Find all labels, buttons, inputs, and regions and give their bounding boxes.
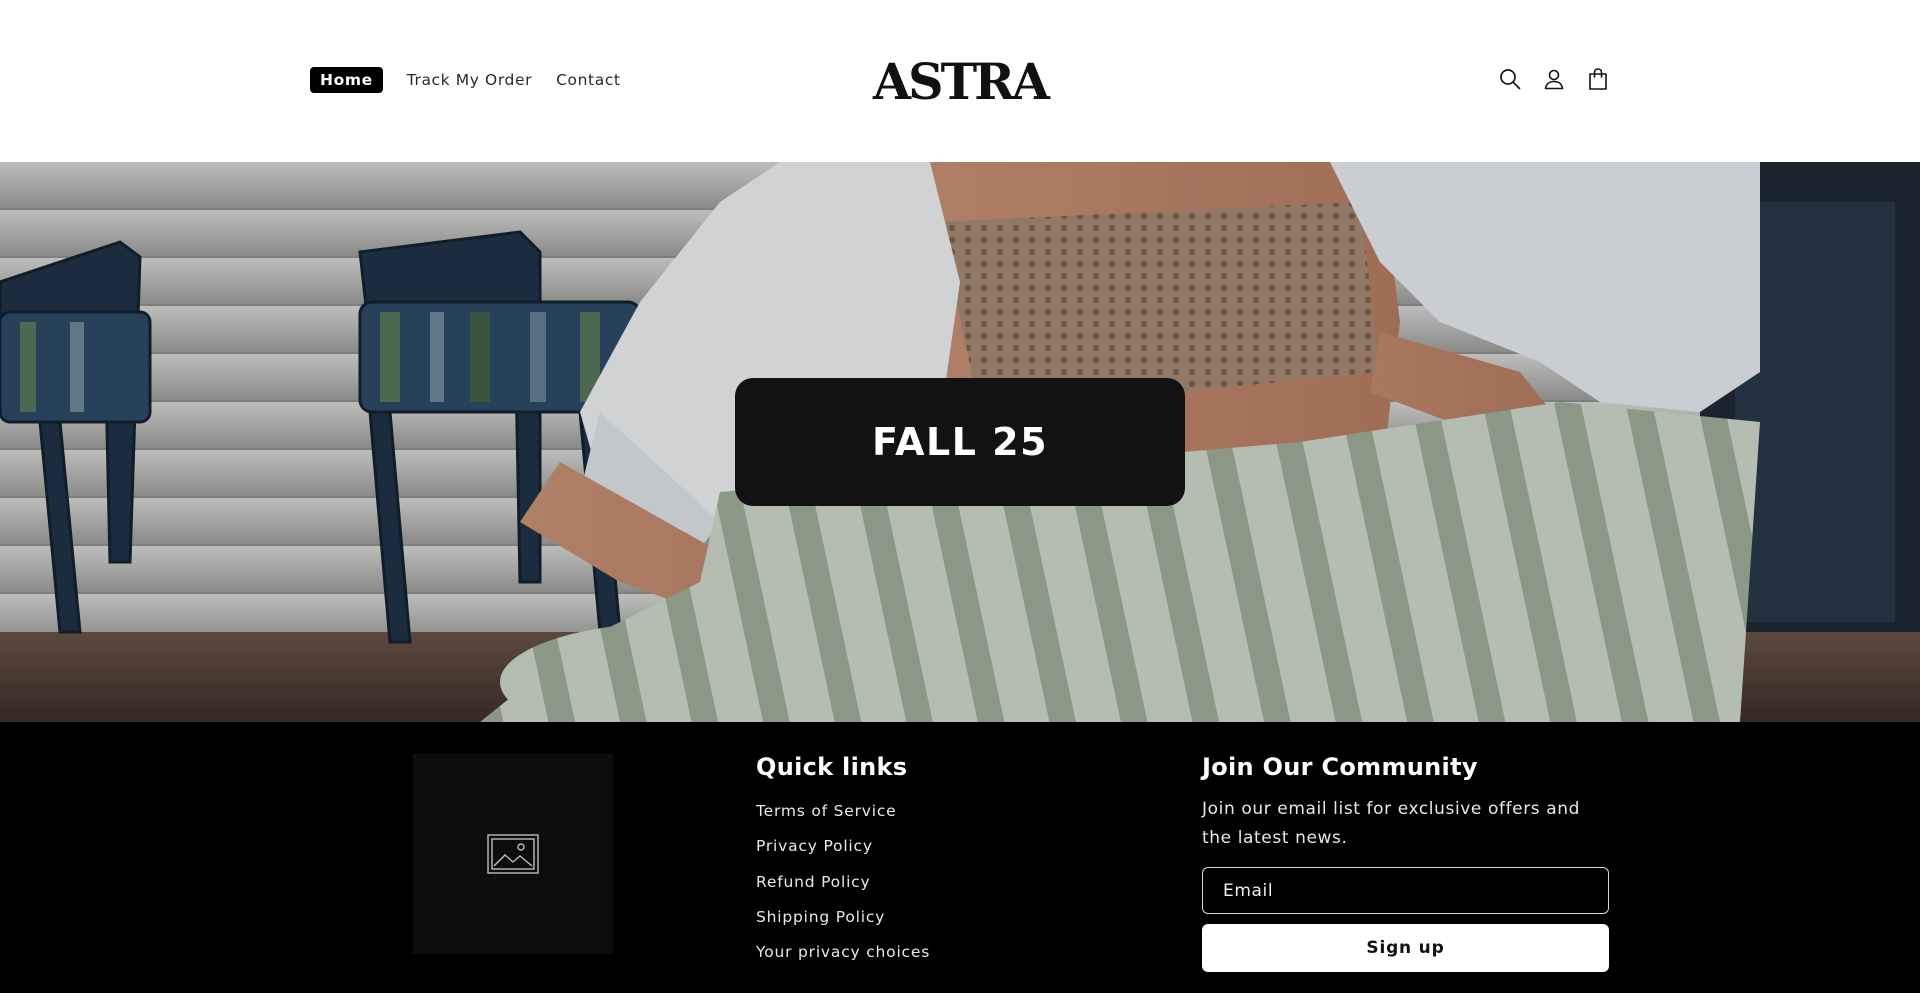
quick-links-section: Quick links Terms of Service Privacy Pol… <box>756 753 930 977</box>
newsletter-text: Join our email list for exclusive offers… <box>1202 799 1581 848</box>
nav-home[interactable]: Home <box>310 67 383 93</box>
header-icons <box>1498 66 1610 92</box>
site-footer: Quick links Terms of Service Privacy Pol… <box>0 722 1920 993</box>
hero-banner: FALL 25 <box>735 378 1185 506</box>
link-privacy-choices[interactable]: Your privacy choices <box>756 942 930 977</box>
nav-track-my-order[interactable]: Track My Order <box>407 67 532 93</box>
quick-links-heading: Quick links <box>756 753 908 781</box>
nav-contact[interactable]: Contact <box>556 67 621 93</box>
signup-button[interactable]: Sign up <box>1202 924 1609 972</box>
link-refund-policy[interactable]: Refund Policy <box>756 872 930 907</box>
newsletter-heading: Join Our Community <box>1202 753 1478 781</box>
footer-logo-placeholder <box>413 754 613 954</box>
account-icon[interactable] <box>1542 66 1566 92</box>
hero-section: FALL 25 <box>0 162 1920 722</box>
newsletter-section: Join Our Community Join our email list f… <box>1202 753 1609 972</box>
quick-links-list: Terms of Service Privacy Policy Refund P… <box>756 801 930 977</box>
email-field[interactable] <box>1202 867 1609 914</box>
link-terms-of-service[interactable]: Terms of Service <box>756 801 930 836</box>
main-nav: Home Track My Order Contact <box>310 67 645 93</box>
search-icon[interactable] <box>1498 66 1522 92</box>
site-header: Home Track My Order Contact ASTRA <box>0 0 1920 162</box>
link-privacy-policy[interactable]: Privacy Policy <box>756 836 930 871</box>
cart-icon[interactable] <box>1586 66 1610 92</box>
hero-title: FALL 25 <box>871 420 1049 464</box>
brand-logo[interactable]: ASTRA <box>862 54 1058 110</box>
link-shipping-policy[interactable]: Shipping Policy <box>756 907 930 942</box>
image-placeholder-icon <box>487 834 539 874</box>
